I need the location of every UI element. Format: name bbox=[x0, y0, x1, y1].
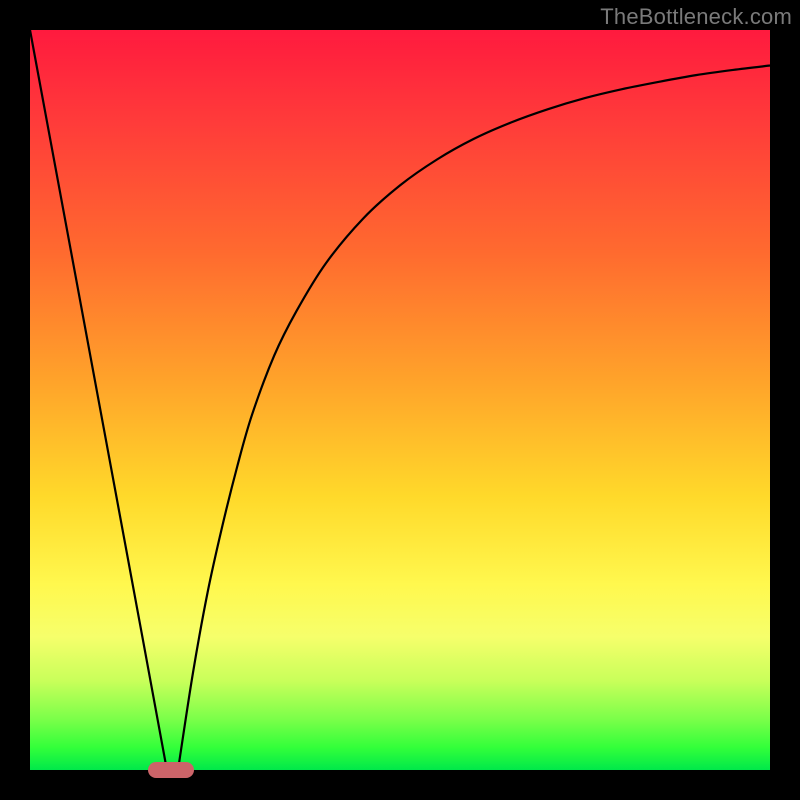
plot-area bbox=[30, 30, 770, 770]
attribution-text: TheBottleneck.com bbox=[600, 4, 792, 30]
bottleneck-curve-left bbox=[30, 30, 167, 770]
chart-frame: TheBottleneck.com bbox=[0, 0, 800, 800]
bottleneck-curve-right bbox=[178, 66, 770, 770]
curve-overlay bbox=[30, 30, 770, 770]
optimal-marker bbox=[148, 762, 194, 778]
